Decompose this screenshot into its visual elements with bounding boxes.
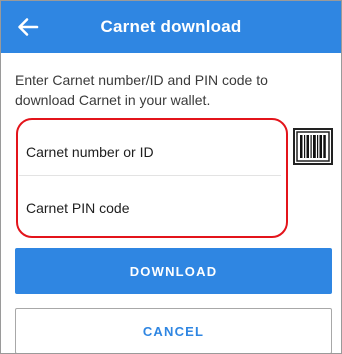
cancel-button[interactable]: CANCEL xyxy=(15,308,332,353)
scan-barcode-button[interactable] xyxy=(293,128,333,165)
instructions-text: Enter Carnet number/ID and PIN code to d… xyxy=(15,72,268,108)
barcode-icon xyxy=(293,128,333,169)
top-app-bar: Carnet download xyxy=(1,1,341,53)
download-button[interactable]: DOWNLOAD xyxy=(15,248,332,294)
input-highlight-outline xyxy=(16,118,288,238)
carnet-download-screen: Carnet download Enter Carnet number/ID a… xyxy=(0,0,342,354)
page-title: Carnet download xyxy=(100,17,242,36)
